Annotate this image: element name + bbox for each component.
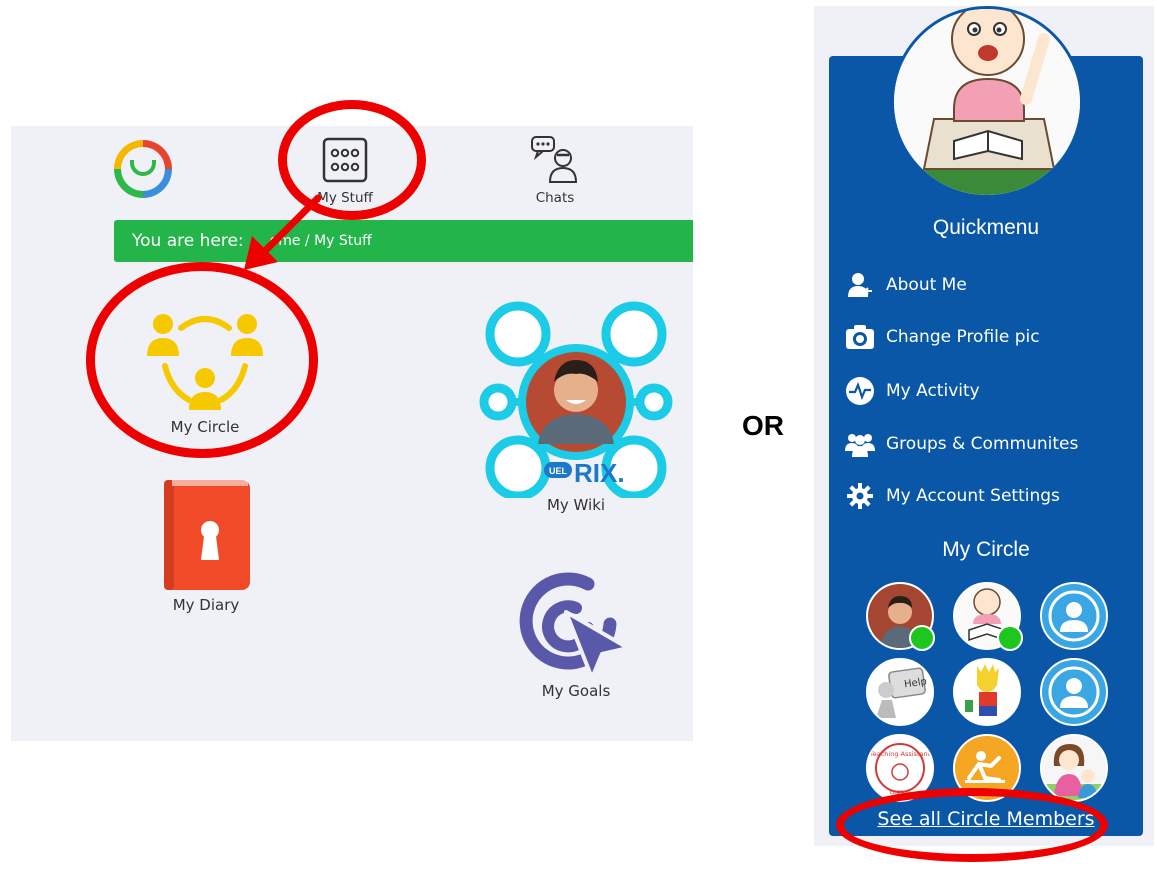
or-separator: OR bbox=[742, 410, 784, 441]
person-icon bbox=[845, 270, 875, 300]
my-goals-label: My Goals bbox=[541, 682, 611, 700]
student-cartoon-icon bbox=[894, 9, 1080, 195]
my-diary-label: My Diary bbox=[172, 596, 240, 614]
my-diary-tile[interactable]: My Diary bbox=[156, 478, 256, 614]
highlight-my-circle bbox=[86, 262, 318, 458]
my-circle-title: My Circle bbox=[942, 538, 1030, 561]
circle-member-avatar[interactable] bbox=[1040, 734, 1108, 802]
gear-icon bbox=[845, 481, 875, 511]
wiki-badge: UEL bbox=[549, 466, 568, 476]
camera-icon bbox=[845, 322, 875, 352]
group-icon bbox=[845, 429, 875, 459]
online-status-dot bbox=[997, 625, 1023, 651]
nav-chats-label: Chats bbox=[535, 190, 575, 206]
mother-child-icon bbox=[1042, 736, 1106, 800]
menu-item-groups[interactable]: Groups & Communites bbox=[845, 426, 1135, 462]
my-wiki-label: My Wiki bbox=[546, 496, 606, 514]
diary-book-icon bbox=[164, 480, 250, 590]
my-wiki-tile[interactable]: UEL RIX. My Wiki bbox=[466, 298, 686, 514]
profile-picture[interactable] bbox=[891, 6, 1083, 198]
menu-item-label: My Activity bbox=[886, 381, 980, 401]
online-status-dot bbox=[909, 625, 935, 651]
menu-item-change-profile-pic[interactable]: Change Profile pic bbox=[845, 319, 1135, 355]
menu-item-about-me[interactable]: About Me bbox=[845, 267, 1135, 303]
default-avatar-icon bbox=[1048, 666, 1100, 718]
ta-badge-label: Teaching Assistant bbox=[869, 750, 931, 758]
chat-person-icon bbox=[531, 136, 578, 183]
wiki-network-icon: UEL RIX. bbox=[479, 301, 673, 501]
wiki-brand: RIX. bbox=[574, 458, 625, 488]
menu-item-my-activity[interactable]: My Activity bbox=[845, 373, 1135, 409]
red-arrow-icon bbox=[244, 194, 322, 270]
cartoon-character-icon bbox=[955, 660, 1019, 724]
my-goals-tile[interactable]: My Goals bbox=[516, 566, 636, 700]
breadcrumb-prefix: You are here: bbox=[132, 231, 244, 251]
target-cursor-icon bbox=[519, 572, 630, 680]
activity-pulse-icon bbox=[845, 376, 875, 406]
nav-chats[interactable]: Chats bbox=[525, 134, 585, 206]
highlight-see-all-members bbox=[836, 788, 1108, 862]
menu-item-label: About Me bbox=[886, 275, 967, 295]
help-key-icon: Help bbox=[868, 660, 932, 724]
circle-member-avatar[interactable]: Help bbox=[866, 658, 934, 726]
app-logo-icon[interactable] bbox=[114, 140, 172, 198]
menu-item-label: My Account Settings bbox=[886, 486, 1060, 506]
circle-member-avatar[interactable] bbox=[953, 658, 1021, 726]
circle-member-avatar[interactable] bbox=[1040, 658, 1108, 726]
menu-item-label: Change Profile pic bbox=[886, 327, 1040, 347]
default-avatar-icon bbox=[1048, 590, 1100, 642]
menu-item-account-settings[interactable]: My Account Settings bbox=[845, 478, 1135, 514]
quickmenu-title: Quickmenu bbox=[932, 216, 1040, 239]
breadcrumb: You are here: ome / My Stuff bbox=[114, 220, 693, 262]
menu-item-label: Groups & Communites bbox=[886, 434, 1079, 454]
circle-member-avatar[interactable] bbox=[1040, 582, 1108, 650]
